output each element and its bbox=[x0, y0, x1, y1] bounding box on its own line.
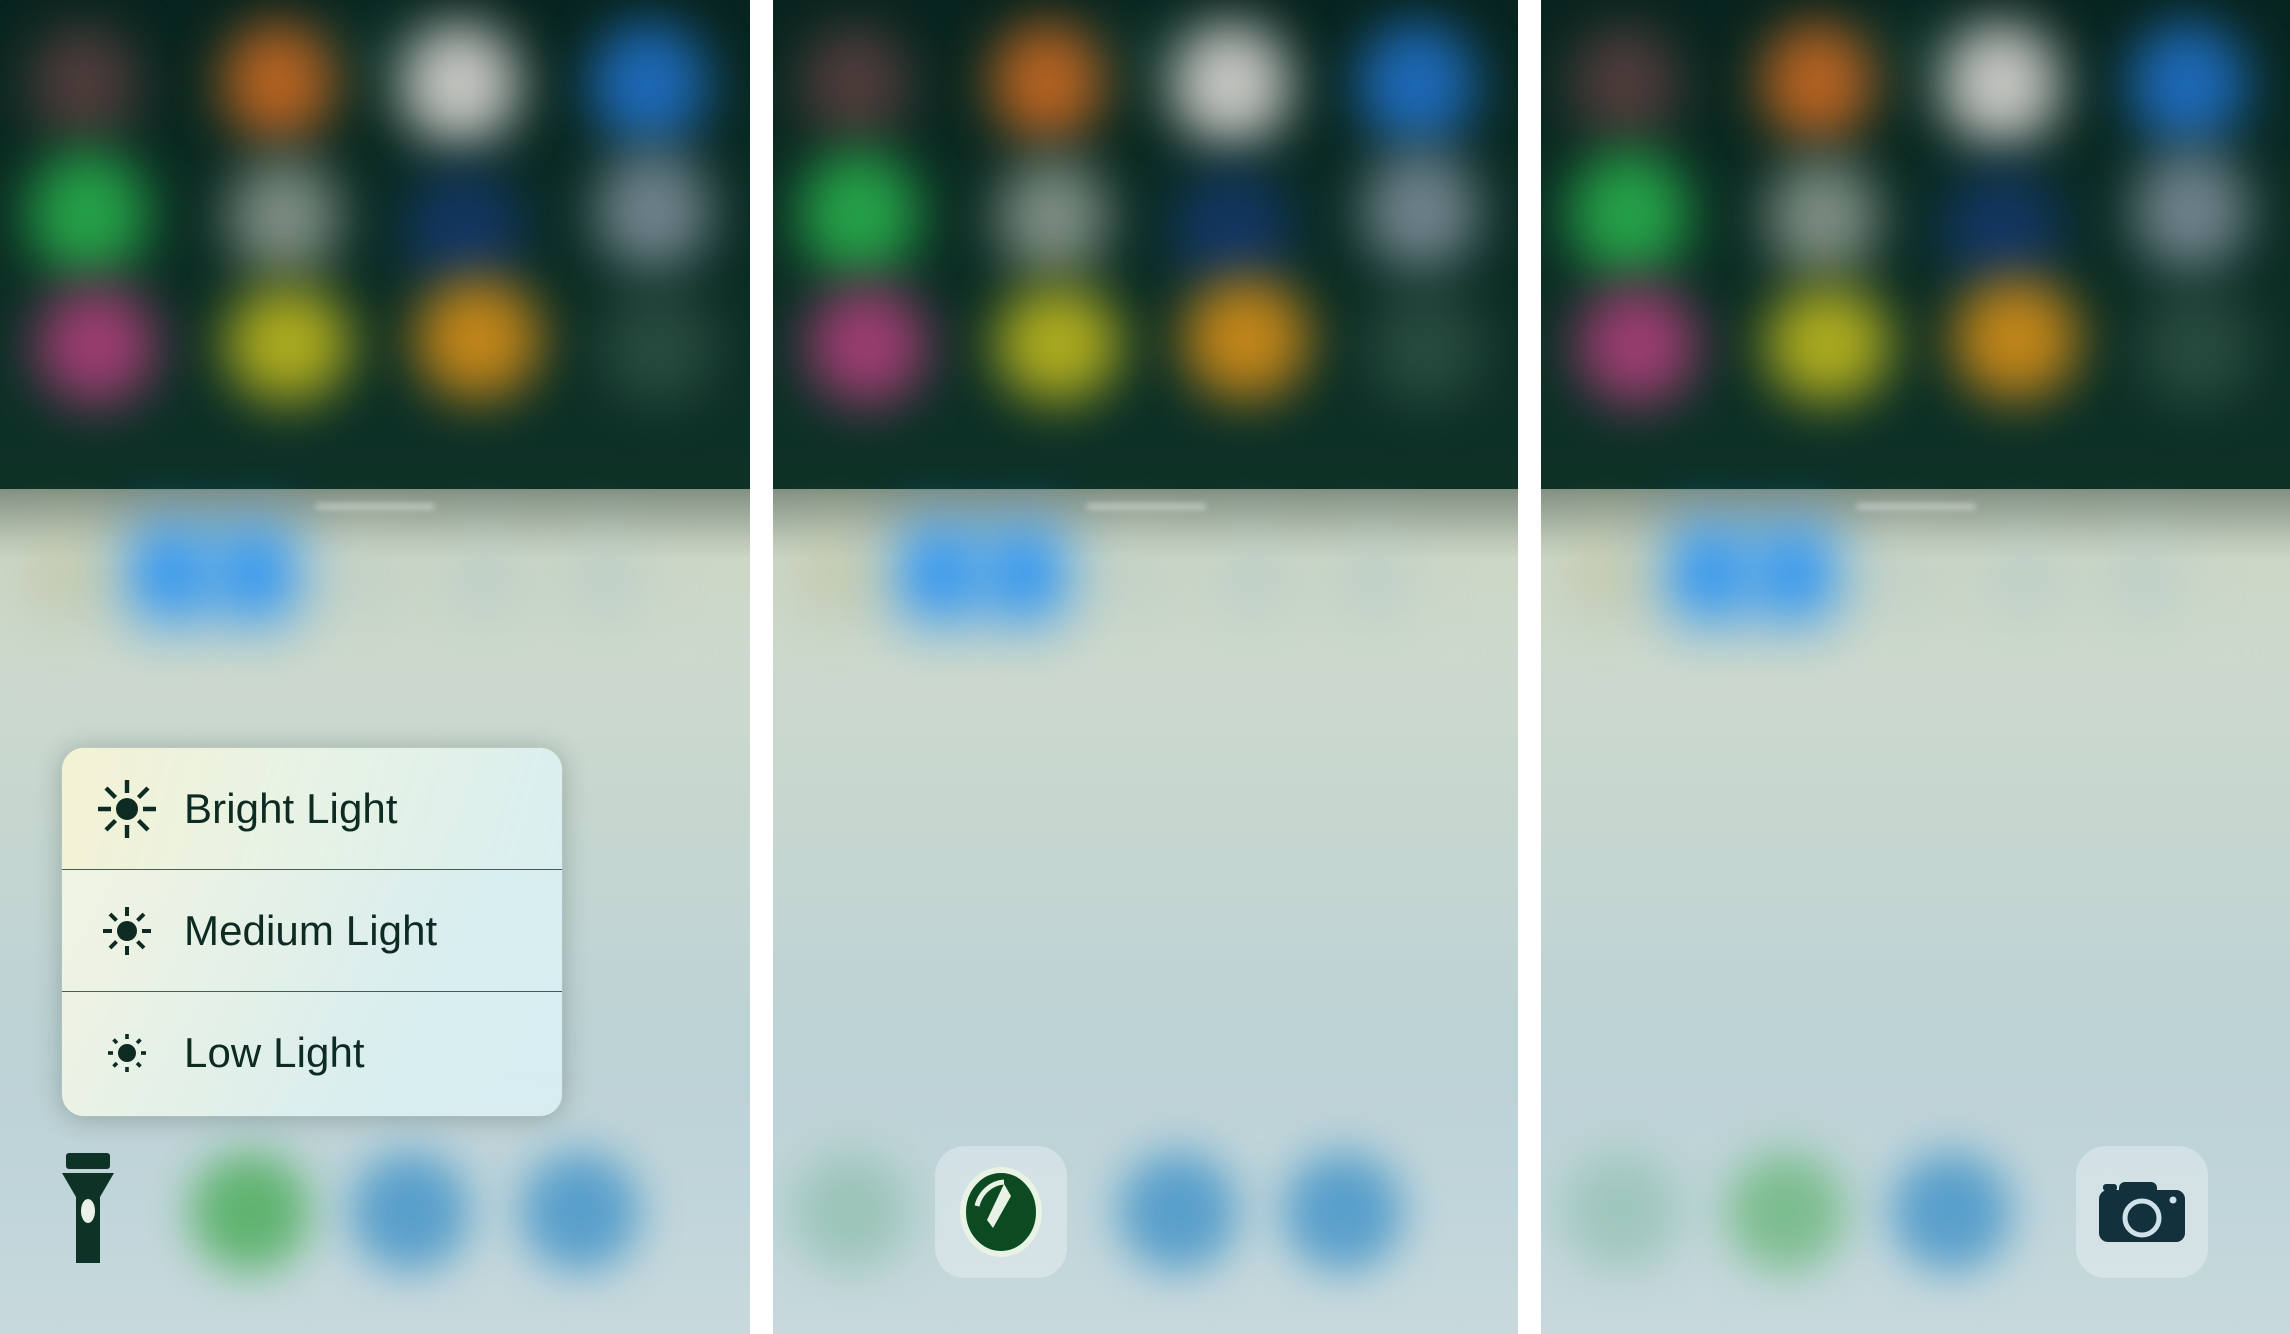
menu-item-label: Low Light bbox=[184, 1029, 365, 1076]
shortcut-row bbox=[773, 1142, 1518, 1292]
home-icon-blob bbox=[1761, 22, 1873, 142]
menu-item-medium-light[interactable]: Medium Light bbox=[62, 870, 562, 992]
airdrop-toggle[interactable] bbox=[891, 521, 987, 625]
flashlight-brightness-menu[interactable]: Bright Light Medium Light Low Light bbox=[62, 748, 562, 1116]
sun-low-icon bbox=[96, 1022, 158, 1084]
home-icon-blob bbox=[405, 170, 523, 290]
camera-icon[interactable] bbox=[2076, 1146, 2208, 1278]
panel-flashlight: Bright Light Medium Light Low Light bbox=[0, 0, 750, 1334]
home-icon-blob bbox=[1577, 285, 1697, 405]
toggle-blob bbox=[320, 527, 410, 621]
shortcut-row bbox=[1541, 1142, 2290, 1292]
home-icon-blob bbox=[801, 25, 909, 143]
home-icon-blob bbox=[1171, 22, 1291, 146]
sun-bright-icon bbox=[96, 778, 158, 840]
toggle-blob bbox=[560, 527, 650, 621]
shortcut-blob-1[interactable] bbox=[1561, 1152, 1681, 1272]
panel-camera: Take Photo Record Slo-mo bbox=[1541, 0, 2290, 1334]
home-icon-blob bbox=[1368, 290, 1484, 404]
toggle-blob bbox=[1561, 525, 1653, 621]
home-icon-blob bbox=[1363, 150, 1479, 272]
menu-item-label: Bright Light bbox=[184, 784, 398, 832]
toggle-blob bbox=[2099, 527, 2189, 621]
toggle-blob bbox=[1979, 527, 2069, 621]
home-icon-blob bbox=[590, 22, 708, 146]
home-icon-blob bbox=[1569, 150, 1689, 278]
toggle-blob bbox=[440, 527, 530, 621]
menu-item-bright-light[interactable]: Bright Light bbox=[62, 748, 562, 870]
home-icon-blob bbox=[1765, 285, 1891, 403]
home-icon-blob bbox=[1571, 25, 1679, 143]
home-icon-blob bbox=[991, 22, 1103, 142]
toggle-blob bbox=[1329, 527, 1419, 621]
home-icon-blob bbox=[2133, 150, 2249, 272]
sheet-grabber[interactable] bbox=[1085, 503, 1206, 510]
home-icon-blob bbox=[225, 285, 351, 403]
flashlight-icon[interactable] bbox=[22, 1146, 154, 1278]
airplay-toggle[interactable] bbox=[977, 521, 1073, 625]
home-icon-blob bbox=[1941, 22, 2061, 146]
sun-medium-icon bbox=[96, 900, 158, 962]
sheet-grabber[interactable] bbox=[315, 503, 435, 510]
home-icon-blob bbox=[2139, 290, 2255, 404]
toggle-blob bbox=[1209, 527, 1299, 621]
home-icon-blob bbox=[228, 158, 340, 276]
shortcut-blob-3[interactable] bbox=[1891, 1152, 2011, 1272]
control-center-sheet bbox=[773, 489, 1518, 1334]
home-icon-blob bbox=[995, 285, 1121, 403]
home-icon-blob bbox=[1953, 278, 2079, 400]
toggle-blob bbox=[791, 525, 883, 621]
home-icon-blob bbox=[600, 290, 716, 404]
shortcut-blob-4[interactable] bbox=[520, 1152, 640, 1272]
home-icon-blob bbox=[400, 22, 520, 146]
panel-gap bbox=[1518, 0, 1541, 1334]
home-icon-blob bbox=[28, 150, 148, 278]
menu-item-low-light[interactable]: Low Light bbox=[62, 992, 562, 1114]
home-icon-blob bbox=[36, 285, 156, 405]
toggle-blob bbox=[1089, 527, 1179, 621]
home-icon-blob bbox=[415, 278, 541, 400]
home-icon-blob bbox=[30, 25, 138, 143]
home-icon-blob bbox=[807, 285, 927, 405]
toggle-blob bbox=[20, 525, 112, 621]
home-icon-blob bbox=[595, 150, 711, 272]
panel-timer: 1 Hour 20 Minutes bbox=[773, 0, 1518, 1334]
panel-gap bbox=[750, 0, 773, 1334]
sheet-grabber[interactable] bbox=[1855, 503, 1976, 510]
shortcut-row bbox=[0, 1142, 750, 1292]
shortcut-blob-3[interactable] bbox=[1118, 1152, 1238, 1272]
home-icon-blob bbox=[1183, 278, 1309, 400]
shortcut-blob-3[interactable] bbox=[350, 1152, 470, 1272]
airplay-toggle[interactable] bbox=[1747, 521, 1843, 625]
control-center-sheet bbox=[1541, 489, 2290, 1334]
airdrop-toggle[interactable] bbox=[1661, 521, 1757, 625]
timer-icon[interactable] bbox=[935, 1146, 1067, 1278]
shortcut-blob-2[interactable] bbox=[1726, 1152, 1846, 1272]
shortcut-blob-4[interactable] bbox=[1283, 1152, 1403, 1272]
shortcut-blob-calculator[interactable] bbox=[190, 1152, 310, 1272]
toggle-blob bbox=[1859, 527, 1949, 621]
home-icon-blob bbox=[997, 158, 1109, 276]
shortcut-blob-1[interactable] bbox=[791, 1152, 911, 1272]
home-icon-blob bbox=[1767, 158, 1879, 276]
airplay-toggle[interactable] bbox=[208, 521, 304, 625]
home-icon-blob bbox=[1173, 170, 1291, 290]
three-panel-screenshot: Bright Light Medium Light Low Light bbox=[0, 0, 2290, 1334]
home-icon-blob bbox=[1943, 170, 2061, 290]
menu-item-label: Medium Light bbox=[184, 906, 438, 954]
home-icon-blob bbox=[222, 22, 334, 142]
home-icon-blob bbox=[799, 150, 919, 278]
home-icon-blob bbox=[2129, 22, 2247, 146]
home-icon-blob bbox=[1358, 22, 1476, 146]
airdrop-toggle[interactable] bbox=[122, 521, 218, 625]
